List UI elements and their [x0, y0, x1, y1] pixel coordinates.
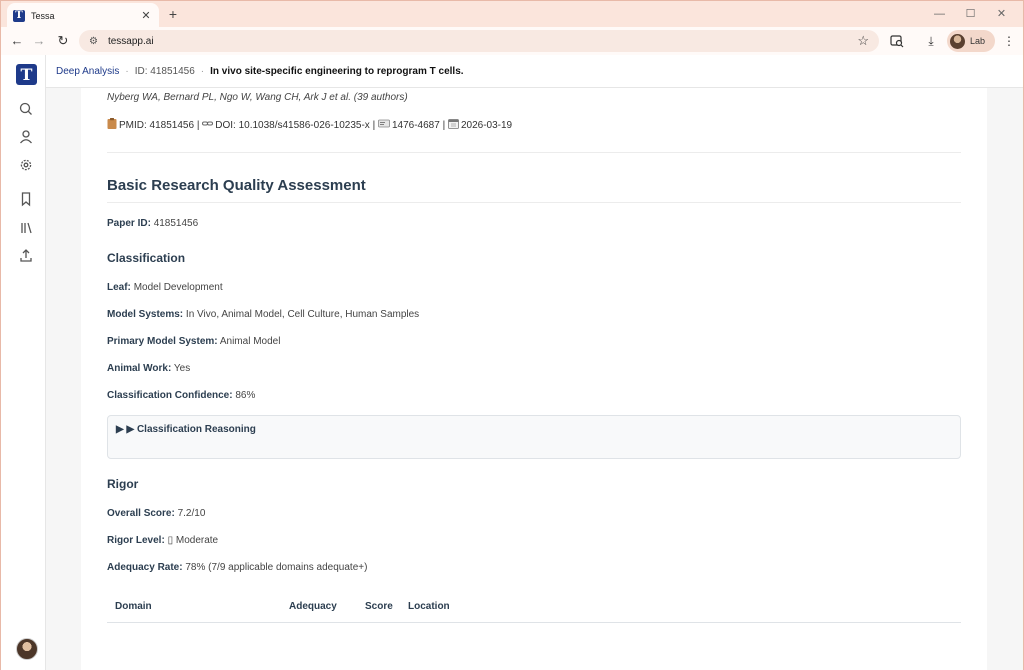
rigor-table-header: Domain Adequacy Score Location: [107, 599, 961, 623]
app-sidebar: T: [1, 55, 46, 670]
column-header-score: Score: [365, 601, 393, 612]
column-header-domain: Domain: [115, 601, 152, 612]
primary-model-label: Primary Model System:: [107, 336, 218, 347]
upload-icon[interactable]: [15, 246, 37, 266]
overall-score-value: 7.2/10: [177, 508, 206, 519]
clipboard-icon: [107, 118, 117, 129]
user-avatar[interactable]: [16, 638, 38, 660]
library-icon[interactable]: [15, 218, 37, 238]
meta-separator: |: [372, 120, 376, 131]
address-bar[interactable]: ⚙ tessapp.ai ☆: [79, 30, 879, 52]
doi-text[interactable]: DOI: 10.1038/s41586-026-10235-x: [215, 120, 370, 131]
maximize-icon[interactable]: ☐: [955, 4, 986, 24]
rigor-level-value: ▯ Moderate: [167, 535, 219, 546]
leaf-value: Model Development: [133, 282, 223, 293]
close-window-icon[interactable]: ✕: [986, 4, 1017, 24]
adequacy-rate-value: 78% (7/9 applicable domains adequate+): [185, 562, 368, 573]
confidence-label: Classification Confidence:: [107, 390, 233, 401]
profile-avatar: [950, 33, 965, 49]
meta-separator: |: [442, 120, 446, 131]
column-header-adequacy: Adequacy: [289, 601, 337, 612]
tessa-app: T Deep Analysis · ID: 41851456 · In vivo…: [0, 55, 1024, 670]
tab-title: Tessa: [31, 10, 55, 21]
overall-score-field: Overall Score: 7.2/10: [107, 508, 205, 519]
breadcrumb-separator: ·: [200, 65, 205, 77]
primary-model-field: Primary Model System: Animal Model: [107, 336, 280, 347]
new-tab-button[interactable]: +: [165, 6, 181, 22]
rigor-level-label: Rigor Level:: [107, 535, 165, 546]
confidence-field: Classification Confidence: 86%: [107, 390, 255, 401]
reload-icon[interactable]: ↻: [53, 31, 73, 51]
breadcrumb-paper-title: In vivo site-specific engineering to rep…: [210, 65, 464, 77]
column-header-location: Location: [408, 601, 450, 612]
paper-id-field: Paper ID: 41851456: [107, 218, 198, 229]
forward-icon[interactable]: →: [29, 31, 49, 51]
publication-date: 2026-03-19: [460, 120, 513, 131]
primary-model-value: Animal Model: [219, 336, 281, 347]
tessa-logo[interactable]: T: [16, 64, 37, 85]
browser-tab-strip: T Tessa ✕ + — ☐ ✕: [0, 0, 1024, 28]
animal-work-value: Yes: [173, 363, 191, 374]
search-icon[interactable]: [15, 99, 37, 119]
paper-id-label: Paper ID:: [107, 218, 151, 229]
gear-icon[interactable]: [15, 155, 37, 175]
model-systems-field: Model Systems: In Vivo, Animal Model, Ce…: [107, 309, 419, 320]
user-icon[interactable]: [15, 127, 37, 147]
back-icon[interactable]: ←: [7, 31, 27, 51]
browser-tab[interactable]: T Tessa ✕: [7, 3, 159, 28]
assessment-heading: Basic Research Quality Assessment: [107, 177, 366, 194]
site-settings-icon[interactable]: ⚙: [89, 36, 98, 47]
breadcrumb-deep-analysis[interactable]: Deep Analysis: [56, 66, 119, 77]
profile-label: Lab: [970, 36, 986, 46]
animal-work-field: Animal Work: Yes: [107, 363, 190, 374]
overall-score-label: Overall Score:: [107, 508, 175, 519]
adequacy-rate-field: Adequacy Rate: 78% (7/9 applicable domai…: [107, 562, 367, 573]
minimize-icon[interactable]: —: [924, 4, 955, 24]
issn-text: 1476-4687: [391, 120, 440, 131]
browser-menu-icon[interactable]: ⋮: [999, 31, 1019, 51]
download-icon[interactable]: ⤓: [921, 31, 941, 51]
calendar-icon: [448, 118, 459, 129]
breadcrumb-separator: ·: [125, 65, 129, 77]
adequacy-rate-label: Adequacy Rate:: [107, 562, 183, 573]
bookmark-star-icon[interactable]: ☆: [857, 33, 869, 49]
paper-id-value: 41851456: [153, 218, 199, 229]
tessa-favicon-icon: T: [13, 9, 25, 22]
browser-toolbar: ← → ↻ ⚙ tessapp.ai ☆ ⤓ Lab ⋮: [0, 27, 1024, 55]
confidence-value: 86%: [235, 390, 256, 401]
breadcrumb-paper-id: ID: 41851456: [134, 65, 195, 77]
animal-work-label: Animal Work:: [107, 363, 172, 374]
rigor-heading: Rigor: [107, 477, 139, 491]
model-systems-label: Model Systems:: [107, 309, 184, 320]
profile-button[interactable]: Lab: [947, 30, 995, 52]
bookmark-icon[interactable]: [15, 189, 37, 209]
google-lens-icon[interactable]: [887, 31, 907, 51]
leaf-label: Leaf:: [107, 282, 131, 293]
classification-reasoning-summary[interactable]: ▶ ▶ Classification Reasoning: [116, 424, 256, 435]
window-controls: — ☐ ✕: [924, 4, 1017, 24]
analysis-document: Nyberg WA, Bernard PL, Ngo W, Wang CH, A…: [81, 88, 987, 670]
rigor-level-field: Rigor Level: ▯ Moderate: [107, 535, 218, 546]
divider: [107, 152, 961, 153]
url-text: tessapp.ai: [107, 35, 154, 47]
breadcrumb: Deep Analysis · ID: 41851456 · In vivo s…: [46, 55, 1023, 88]
link-icon: [202, 118, 214, 129]
leaf-field: Leaf: Model Development: [107, 282, 223, 293]
classification-heading: Classification: [107, 251, 186, 265]
classification-reasoning-details[interactable]: ▶ ▶ Classification Reasoning: [107, 415, 961, 459]
close-tab-icon[interactable]: ✕: [139, 9, 153, 22]
meta-separator: |: [196, 120, 200, 131]
model-systems-value: In Vivo, Animal Model, Cell Culture, Hum…: [185, 309, 420, 320]
paper-authors: Nyberg WA, Bernard PL, Ngo W, Wang CH, A…: [107, 92, 408, 103]
divider: [107, 202, 961, 203]
pmid-text[interactable]: PMID: 41851456: [119, 120, 194, 131]
paper-metadata: PMID: 41851456 | DOI: 10.1038/s41586-026…: [107, 118, 512, 131]
id-card-icon: [378, 118, 390, 129]
